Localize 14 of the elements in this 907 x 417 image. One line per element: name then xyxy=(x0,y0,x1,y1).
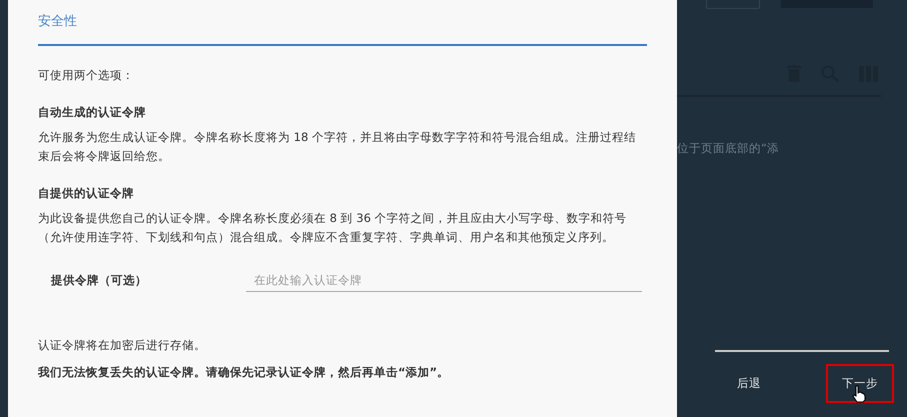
field-label: 提供令牌（可选） xyxy=(51,273,148,288)
intro-text: 可使用两个选项： xyxy=(38,68,135,83)
hand-cursor-icon xyxy=(852,385,866,403)
section-heading: 自提供的认证令牌 xyxy=(38,186,135,201)
warning-text: 我们无法恢复丢失的认证令牌。请确保先记录认证令牌，然后再单击“添加”。 xyxy=(38,365,450,380)
note-text: 认证令牌将在加密后进行存储。 xyxy=(38,338,207,353)
dimmed-text: 位于页面底部的“添 xyxy=(677,141,780,156)
section-text: 为此设备提供您自己的认证令牌。令牌名称长度必须在 8 到 36 个字符之间，并且应由大小写字母、数字和符号（允许使用连字符、下划线和句点）混合组成。令牌应不含重复字符、字典单词、用户名和其他预定义序列。 xyxy=(38,210,628,246)
section-text: 允许服务为您生成认证令牌。令牌名称长度将为 18 个字符，并且将由字母数字字符和符号混合组成。注册过程结束后会将令牌返回给您。 xyxy=(38,129,637,165)
dialog-title: 安全性 xyxy=(38,13,78,31)
token-input-field[interactable]: 在此处输入认证令牌 xyxy=(246,269,642,292)
nav-button[interactable]: 下一步 xyxy=(826,364,894,403)
nav-button[interactable]: 后退 xyxy=(721,364,777,403)
section-heading: 自动生成的认证令牌 xyxy=(38,105,147,120)
